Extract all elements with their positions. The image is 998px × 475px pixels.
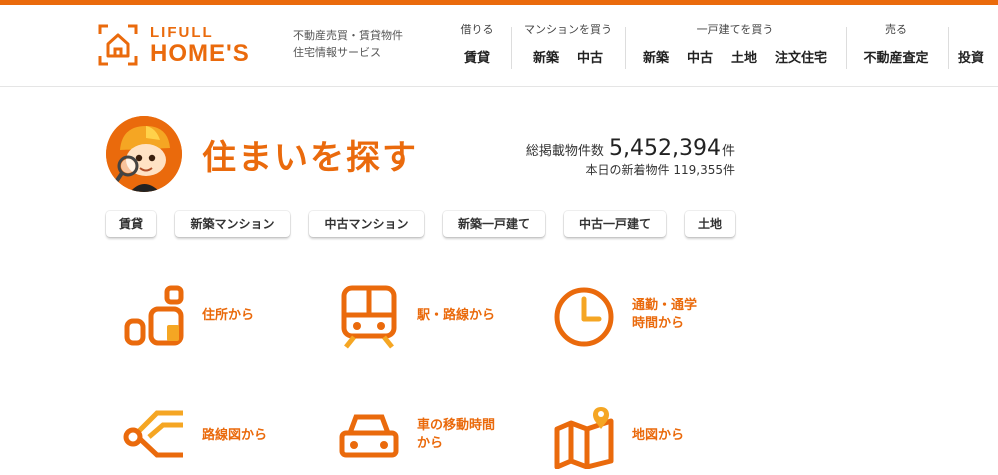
search-by-drive-time[interactable]: 車の移動時間 から: [338, 405, 518, 475]
route-map-icon: [123, 410, 183, 458]
home-logo-icon: [98, 24, 138, 66]
tagline-line-2: 住宅情報サービス: [293, 46, 381, 59]
nav-group-buy-house: 一戸建てを買う 新築 中古 土地 注文住宅: [630, 21, 840, 73]
search-label: 住所から: [202, 308, 255, 323]
new-listings-today: 本日の新着物件 119,355件: [585, 163, 735, 177]
search-label-line-1: 車の移動時間: [417, 418, 496, 433]
nav-link-appraisal[interactable]: 不動産査定: [863, 47, 928, 66]
page-title: 住まいを探す: [202, 138, 418, 178]
nav-link-new-mansion[interactable]: 新築: [533, 47, 559, 66]
listing-stats: 総掲載物件数 5,452,394件 本日の新着物件 119,355件: [480, 136, 735, 178]
site-logo[interactable]: LIFULL HOME'S: [98, 22, 278, 70]
search-label: 路線図から: [202, 428, 268, 443]
nav-link-new-house[interactable]: 新築: [643, 47, 669, 66]
nav-link-rent[interactable]: 賃貸: [464, 47, 490, 66]
total-listings-unit: 件: [721, 144, 735, 159]
tab-new-mansion[interactable]: 新築マンション: [175, 211, 290, 237]
clock-icon: [554, 287, 614, 347]
total-listings-count: 5,452,394: [609, 136, 721, 161]
search-by-commute[interactable]: 通勤・通学 時間から: [553, 285, 733, 355]
nav-link-land[interactable]: 土地: [731, 47, 757, 66]
nav-link-used-mansion[interactable]: 中古: [577, 47, 603, 66]
total-listings-label: 総掲載物件数: [525, 144, 604, 159]
tab-used-mansion[interactable]: 中古マンション: [309, 211, 424, 237]
search-by-station[interactable]: 駅・路線から: [338, 285, 518, 355]
nav-link-invest[interactable]: 投資: [958, 47, 984, 66]
logo-text-bottom: HOME'S: [150, 40, 250, 67]
search-label-line-2: 時間から: [632, 316, 685, 331]
nav-group-sell: 売る 不動産査定: [850, 21, 942, 73]
nav-divider: [625, 27, 626, 69]
nav-group-rent: 借りる 賃貸: [448, 21, 506, 73]
map-icon: [554, 407, 614, 469]
nav-link-custom-house[interactable]: 注文住宅: [775, 47, 827, 66]
tab-new-house[interactable]: 新築一戸建て: [443, 211, 545, 237]
search-by-map[interactable]: 地図から: [553, 405, 733, 475]
nav-caption: 借りる: [460, 23, 494, 36]
nav-divider: [846, 27, 847, 69]
search-by-route-map[interactable]: 路線図から: [123, 405, 303, 475]
tab-rent[interactable]: 賃貸: [106, 211, 156, 237]
tab-land[interactable]: 土地: [685, 211, 735, 237]
site-header: LIFULL HOME'S 不動産売買・賃貸物件 住宅情報サービス 借りる 賃貸…: [0, 5, 998, 87]
train-icon: [341, 285, 397, 349]
mascot-icon: [106, 116, 182, 192]
search-label: 駅・路線から: [417, 308, 496, 323]
tagline-line-1: 不動産売買・賃貸物件: [293, 29, 403, 42]
address-icon: [124, 285, 184, 346]
mascot-avatar: [106, 116, 182, 192]
nav-caption: 売る: [885, 23, 907, 36]
nav-caption: マンションを買う: [524, 23, 612, 36]
nav-group-buy-mansion: マンションを買う 新築 中古: [514, 21, 622, 73]
nav-link-used-house[interactable]: 中古: [687, 47, 713, 66]
search-label: 地図から: [632, 428, 685, 443]
logo-text-top: LIFULL: [150, 24, 214, 41]
search-label-line-2: から: [417, 436, 444, 451]
site-tagline: 不動産売買・賃貸物件 住宅情報サービス: [293, 27, 403, 61]
nav-caption: 一戸建てを買う: [696, 23, 774, 36]
tab-used-house[interactable]: 中古一戸建て: [564, 211, 666, 237]
nav-divider: [511, 27, 512, 69]
search-label-line-1: 通勤・通学: [632, 298, 698, 313]
search-by-address[interactable]: 住所から: [123, 285, 303, 355]
nav-divider: [948, 27, 949, 69]
nav-group-invest: 投資: [958, 21, 998, 73]
car-icon: [339, 414, 399, 458]
